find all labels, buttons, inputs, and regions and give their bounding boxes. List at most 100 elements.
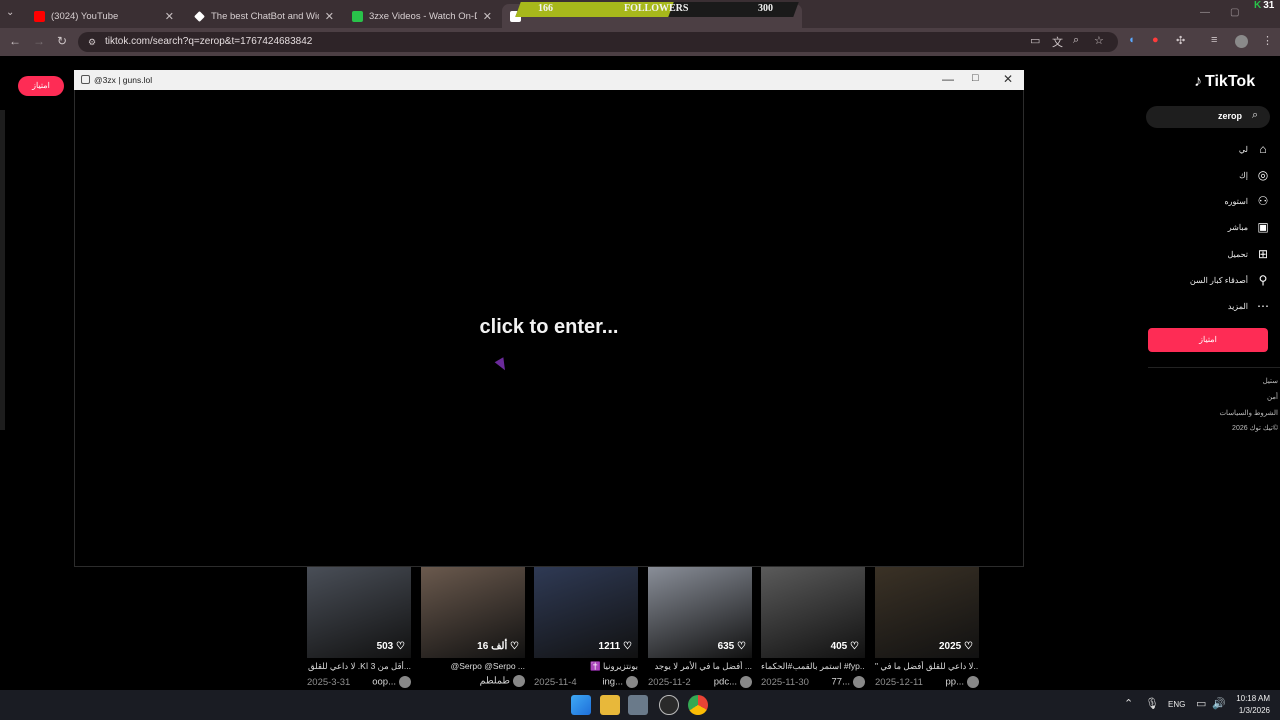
video-thumbnail[interactable]: 405 ♡ bbox=[761, 566, 865, 658]
tiktok-logo[interactable]: ♪ TikTok bbox=[1194, 73, 1255, 91]
video-date: 2025-12-11 bbox=[875, 676, 923, 688]
translate-icon[interactable]: 文 bbox=[1052, 34, 1063, 50]
followers-goal: 300 bbox=[758, 3, 773, 14]
video-author[interactable]: oop... bbox=[372, 676, 411, 688]
video-caption[interactable]: لا داعي للقلق .Kأقل من 3 ا... bbox=[307, 661, 411, 672]
video-author[interactable]: pp... bbox=[945, 676, 979, 688]
obs-icon[interactable] bbox=[659, 695, 679, 715]
clock-date[interactable]: 1/3/2026 bbox=[1228, 706, 1270, 715]
video-card[interactable]: 1211 ♡ ✝️ بونتزيرونيا 2025-11-4 ing... bbox=[534, 566, 638, 688]
kick-icon bbox=[352, 10, 363, 22]
author-name: 77... bbox=[831, 676, 851, 688]
video-author[interactable]: طملطم bbox=[480, 675, 525, 687]
clock-time[interactable]: 10:18 AM bbox=[1232, 694, 1270, 703]
cast-icon[interactable]: ▭ bbox=[1030, 34, 1040, 47]
top-login-pill[interactable]: امتياز bbox=[18, 76, 64, 96]
video-caption[interactable]: " لا داعي للقلق أفضل ما في... bbox=[875, 661, 979, 672]
profile-avatar[interactable] bbox=[1235, 35, 1248, 48]
sidebar-item[interactable]: تحميل ⊞ bbox=[1150, 245, 1270, 263]
heart-icon: ♡ bbox=[964, 641, 973, 652]
video-thumbnail[interactable]: 503 ♡ bbox=[307, 566, 411, 658]
site-info-icon[interactable]: ⚙ bbox=[88, 37, 96, 48]
video-author[interactable]: 77... bbox=[831, 676, 865, 688]
kick-k-icon: K bbox=[1254, 0, 1262, 11]
video-card[interactable]: 635 ♡ أفضل ما في الأمر لا يوجد ... 2025-11… bbox=[648, 566, 752, 688]
video-thumbnail[interactable]: 2025 ♡ bbox=[875, 566, 979, 658]
followers-label: FOLLOWERS bbox=[624, 3, 689, 14]
search-value[interactable]: zerop bbox=[1218, 111, 1242, 121]
tab-3zxe[interactable]: 3zxe Videos - Watch On-Deman ✕ bbox=[344, 4, 500, 28]
close-tab-icon[interactable]: ✕ bbox=[483, 10, 492, 23]
like-count-value: 503 bbox=[376, 641, 394, 652]
tab-youtube[interactable]: (3024) YouTube ✕ bbox=[26, 4, 182, 28]
close-icon[interactable]: ✕ bbox=[1003, 72, 1013, 86]
video-caption[interactable]: @Serpo @Serpo ... bbox=[421, 661, 525, 671]
like-count: 503 ♡ bbox=[377, 641, 405, 652]
maximize-icon[interactable]: ▢ bbox=[1230, 7, 1239, 18]
volume-icon[interactable]: 🔊 bbox=[1212, 697, 1226, 710]
login-button[interactable]: امتياز bbox=[1148, 328, 1268, 352]
zoom-icon[interactable]: ⌕ bbox=[1073, 34, 1079, 47]
author-name: pp... bbox=[945, 676, 965, 688]
forward-icon[interactable]: → bbox=[33, 34, 45, 48]
sidebar-item[interactable]: إك ◎ bbox=[1150, 166, 1270, 184]
author-avatar bbox=[853, 676, 865, 688]
sidebar-item[interactable]: مباشر ▣ bbox=[1150, 218, 1270, 236]
extension-icon[interactable]: ◖ bbox=[1128, 34, 1135, 46]
minimize-icon[interactable]: — bbox=[1200, 7, 1210, 18]
microphone-icon[interactable]: 🎙 bbox=[1145, 697, 1159, 710]
search-icon[interactable]: ⌕ bbox=[1252, 109, 1258, 122]
tab-chatbot[interactable]: The best ChatBot and Widgets ✕ bbox=[186, 4, 342, 28]
footer-link[interactable]: أمن bbox=[1267, 393, 1278, 401]
video-author[interactable]: ing... bbox=[602, 676, 638, 688]
logo-text: TikTok bbox=[1205, 73, 1256, 90]
tray-chevron-icon[interactable]: ⌃ bbox=[1124, 697, 1133, 710]
bookmark-star-icon[interactable]: ☆ bbox=[1094, 34, 1104, 47]
chrome-icon[interactable] bbox=[688, 695, 708, 715]
footer-link[interactable]: الشروط والسياسات bbox=[1219, 409, 1278, 417]
video-card[interactable]: 16 ألف ♡ @Serpo @Serpo ... طملطم bbox=[421, 566, 525, 687]
extensions-puzzle-icon[interactable]: ✣ bbox=[1176, 34, 1185, 47]
close-tab-icon[interactable]: ✕ bbox=[165, 10, 174, 23]
video-card[interactable]: 2025 ♡ " لا داعي للقلق أفضل ما في... 2025-… bbox=[875, 566, 979, 688]
tiktok-note-icon: ♪ bbox=[1194, 73, 1202, 90]
video-caption[interactable]: استمر بالقمب#الحكماء #fyp... bbox=[761, 661, 865, 672]
sidebar-item[interactable]: أصدقاء كبار السن ⚲ bbox=[1150, 271, 1270, 289]
tab-search-dropdown-icon[interactable]: ⌄ bbox=[6, 7, 14, 18]
sidebar-item-label: المزيد bbox=[1227, 301, 1248, 311]
footer-link[interactable]: ستيل bbox=[1263, 377, 1278, 385]
store-icon[interactable] bbox=[628, 695, 648, 715]
video-thumbnail[interactable]: 1211 ♡ bbox=[534, 566, 638, 658]
video-thumbnail[interactable]: 635 ♡ bbox=[648, 566, 752, 658]
minimize-icon[interactable]: — bbox=[942, 72, 954, 86]
media-controls-icon[interactable]: ≡ bbox=[1211, 34, 1217, 46]
extension-red-icon[interactable]: ● bbox=[1152, 34, 1159, 46]
reload-icon[interactable]: ↻ bbox=[57, 34, 67, 48]
video-author[interactable]: pdc... bbox=[714, 676, 752, 688]
menu-icon[interactable]: ⋮ bbox=[1262, 34, 1273, 47]
popup-title: @3zx | guns.lol bbox=[94, 75, 153, 85]
video-thumbnail[interactable]: 16 ألف ♡ bbox=[421, 566, 525, 658]
click-to-enter-prompt[interactable]: click to enter... bbox=[74, 316, 1024, 339]
like-count-value: 405 bbox=[830, 641, 848, 652]
video-card[interactable]: 405 ♡ استمر بالقمب#الحكماء #fyp... 2025-11… bbox=[761, 566, 865, 688]
followers-goal-overlay: 166 FOLLOWERS 300 bbox=[515, 2, 799, 17]
page-scrollbar[interactable] bbox=[0, 110, 5, 430]
video-date: 2025-11-4 bbox=[534, 676, 577, 688]
video-date: 2025-11-30 bbox=[761, 676, 809, 688]
sidebar-item[interactable]: لي ⌂ bbox=[1150, 140, 1270, 158]
back-icon[interactable]: ← bbox=[9, 34, 21, 48]
close-tab-icon[interactable]: ✕ bbox=[325, 10, 334, 23]
file-explorer-icon[interactable] bbox=[600, 695, 620, 715]
maximize-icon[interactable]: □ bbox=[972, 72, 979, 84]
url-text[interactable]: tiktok.com/search?q=zerop&t=176742468384… bbox=[105, 36, 312, 47]
start-windows-icon[interactable] bbox=[571, 695, 591, 715]
heart-icon: ♡ bbox=[623, 641, 632, 652]
video-caption[interactable]: ✝️ بونتزيرونيا bbox=[534, 661, 638, 672]
language-indicator[interactable]: ENG bbox=[1168, 700, 1185, 709]
sidebar-item[interactable]: استوره ⚇ bbox=[1150, 192, 1270, 210]
video-card[interactable]: 503 ♡ لا داعي للقلق .Kأقل من 3 ا... 2025-3… bbox=[307, 566, 411, 688]
network-icon[interactable]: ▭ bbox=[1196, 697, 1206, 710]
video-caption[interactable]: أفضل ما في الأمر لا يوجد ... bbox=[648, 661, 752, 672]
sidebar-item[interactable]: المزيد ⋯ bbox=[1150, 297, 1270, 315]
